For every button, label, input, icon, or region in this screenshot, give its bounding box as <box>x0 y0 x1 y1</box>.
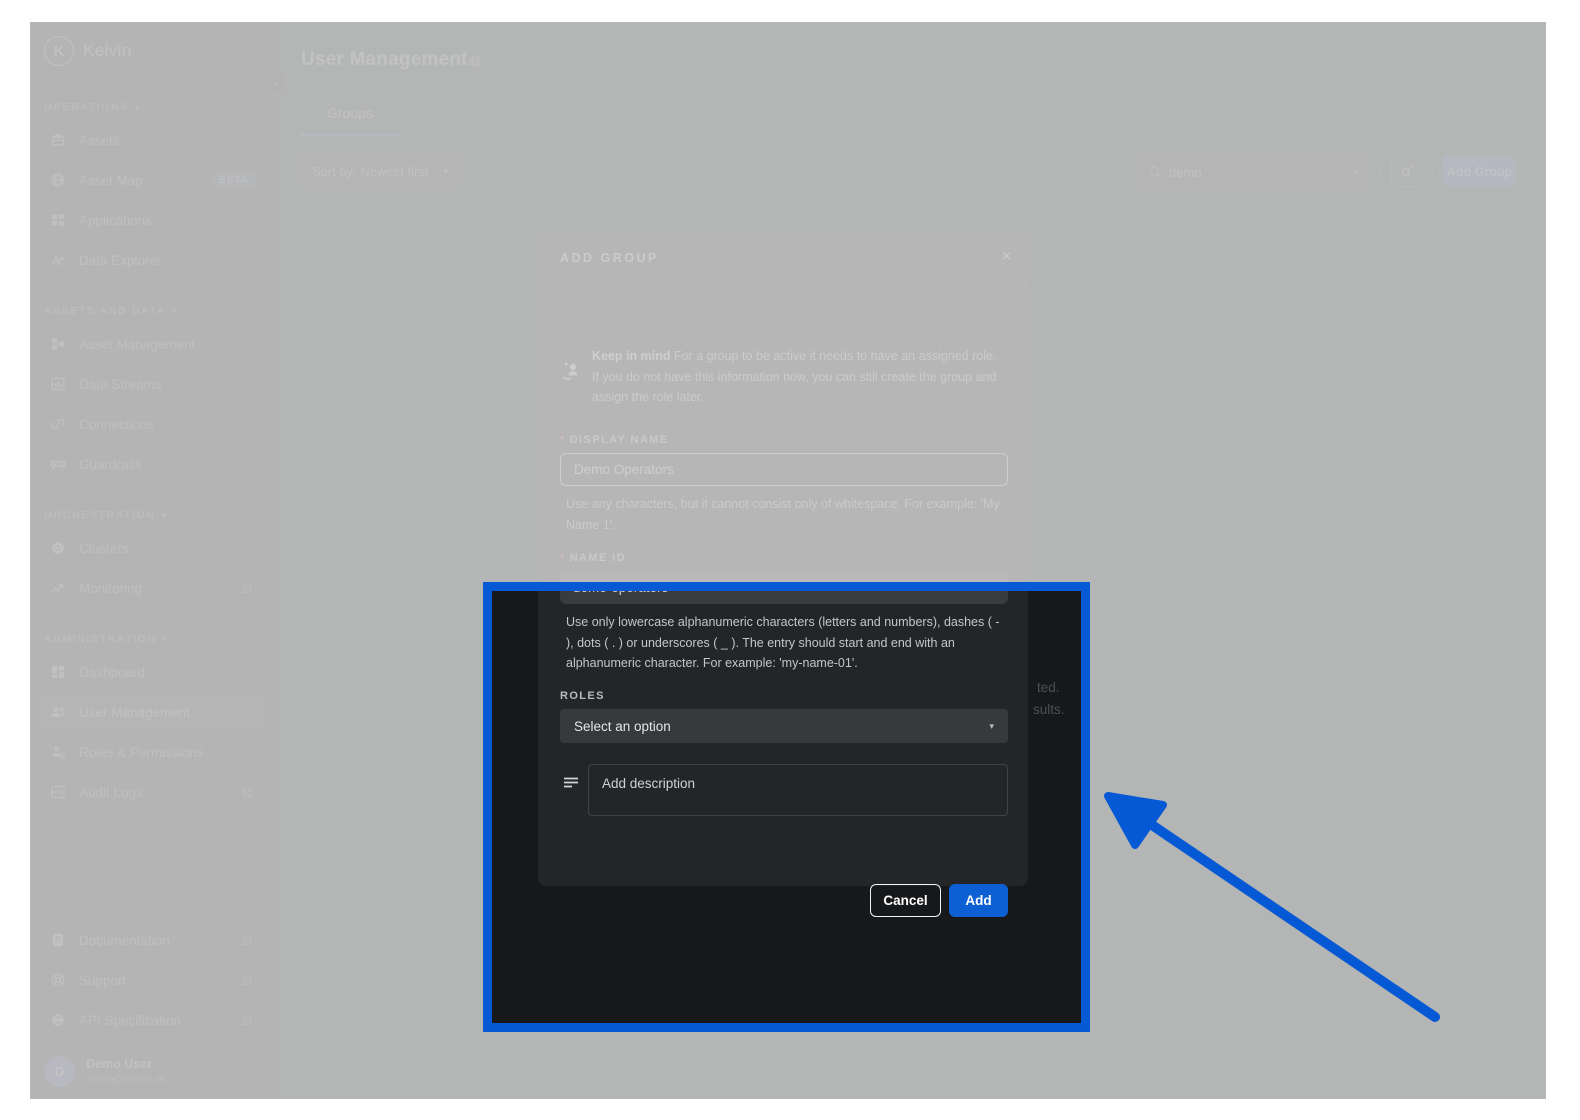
name-id-input[interactable] <box>560 571 1008 604</box>
chevron-down-icon: ▾ <box>989 721 994 732</box>
keep-in-mind-note: Keep in mind For a group to be active it… <box>560 346 1006 408</box>
close-icon[interactable]: × <box>1002 249 1011 265</box>
name-id-helper: Use only lowercase alphanumeric characte… <box>566 612 1006 674</box>
description-icon <box>562 774 580 792</box>
name-id-label: *NAME ID <box>560 552 626 564</box>
app-window: K Kelvin OPERATIONS ▾ Assets Asset Map B… <box>30 22 1546 1099</box>
modal-header: ADD GROUP × <box>538 234 1028 282</box>
roles-label: ROLES <box>560 690 605 702</box>
add-group-modal: ADD GROUP × Keep in mind For a group to … <box>538 234 1028 886</box>
roles-select[interactable]: Select an option ▾ <box>560 709 1008 743</box>
required-asterisk: * <box>560 434 566 446</box>
modal-title: ADD GROUP <box>560 251 659 265</box>
modal-footer: Cancel Add <box>870 884 1008 917</box>
roles-select-value: Select an option <box>574 719 671 734</box>
note-title: Keep in mind <box>592 349 670 363</box>
add-button[interactable]: Add <box>949 884 1008 917</box>
description-textarea[interactable] <box>588 764 1008 816</box>
cancel-button[interactable]: Cancel <box>870 884 941 917</box>
display-name-label: *DISPLAY NAME <box>560 434 668 446</box>
required-asterisk: * <box>560 552 566 564</box>
person-info-icon <box>560 360 582 382</box>
display-name-helper: Use any characters, but it cannot consis… <box>566 494 1006 535</box>
note-text: Keep in mind For a group to be active it… <box>592 346 1000 408</box>
display-name-input[interactable] <box>560 453 1008 486</box>
